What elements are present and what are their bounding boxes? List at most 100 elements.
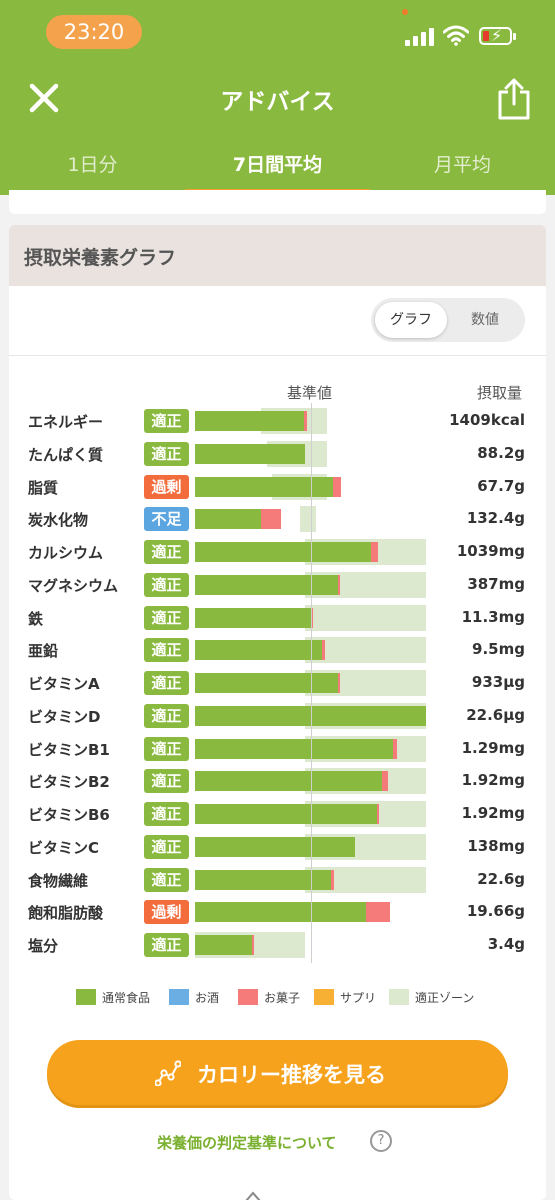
nutrient-row: 脂質 過剰 67.7g bbox=[9, 473, 546, 500]
chevron-up-icon bbox=[245, 1191, 261, 1200]
intake-value: 11.3mg bbox=[461, 607, 525, 626]
nutrient-row: 食物繊維 適正 22.6g bbox=[9, 866, 546, 893]
baseline-header: 基準値 bbox=[287, 384, 333, 402]
nutrient-name: 亜鉛 bbox=[28, 642, 59, 661]
snack-intake-bar bbox=[365, 902, 390, 923]
food-intake-bar bbox=[195, 640, 322, 661]
help-icon[interactable]: ? bbox=[370, 1130, 392, 1152]
trend-chart-icon bbox=[155, 1060, 181, 1086]
legend-label: サプリ bbox=[340, 991, 377, 1005]
toggle-graph[interactable]: グラフ bbox=[375, 302, 447, 338]
nutrient-name: ビタミンD bbox=[28, 707, 101, 726]
nutrient-name: 炭水化物 bbox=[28, 511, 89, 530]
calorie-trend-button[interactable]: カロリー推移を見る bbox=[47, 1040, 508, 1105]
intake-value: 1409kcal bbox=[449, 411, 525, 429]
food-intake-bar bbox=[195, 804, 377, 824]
nutrient-name: 食物繊維 bbox=[28, 871, 89, 890]
snack-intake-bar bbox=[371, 542, 378, 562]
intake-value: 67.7g bbox=[477, 476, 525, 495]
nutrient-row: マグネシウム 適正 387mg bbox=[9, 571, 546, 598]
nutrient-row: ビタミンB1 適正 1.29mg bbox=[9, 735, 546, 762]
intake-value: 22.6g bbox=[477, 869, 525, 888]
nutrient-name: 鉄 bbox=[28, 609, 44, 628]
tab-1day[interactable]: 1日分 bbox=[0, 150, 185, 177]
snack-intake-bar bbox=[303, 411, 308, 431]
baseline-line bbox=[311, 403, 312, 963]
status-badge: 適正 bbox=[144, 933, 189, 957]
snack-intake-bar bbox=[332, 476, 342, 497]
nutrient-row: ビタミンD 適正 22.6µg bbox=[9, 702, 546, 729]
wifi-icon bbox=[443, 25, 469, 46]
nutrient-row: 亜鉛 適正 9.5mg bbox=[9, 637, 546, 664]
card-header: 摂取栄養素グラフ bbox=[9, 225, 546, 286]
snack-intake-bar bbox=[338, 673, 341, 693]
intake-value: 22.6µg bbox=[466, 705, 525, 724]
snack-intake-bar bbox=[393, 738, 398, 759]
food-intake-bar bbox=[195, 411, 304, 431]
share-icon[interactable] bbox=[496, 78, 532, 120]
calorie-trend-label: カロリー推移を見る bbox=[197, 1063, 386, 1087]
nutrient-graph-card: 摂取栄養素グラフ グラフ 数値 基準値 摂取量 エネルギー 適正 1409kcal た… bbox=[9, 225, 546, 1200]
nutrient-name: ビタミンB1 bbox=[28, 740, 110, 759]
period-tabs: 1日分 7日間平均 月平均 bbox=[0, 140, 555, 195]
nutrient-row: 塩分 適正 3.4g bbox=[9, 932, 546, 958]
status-badge: 適正 bbox=[144, 867, 189, 892]
legend-label: お酒 bbox=[195, 991, 220, 1005]
signal-icon bbox=[405, 26, 435, 46]
food-intake-bar bbox=[195, 935, 253, 955]
legend-label: お菓子 bbox=[264, 991, 301, 1005]
nutrient-row: たんぱく質 適正 88.2g bbox=[9, 440, 546, 467]
food-intake-bar bbox=[195, 902, 366, 923]
previous-card-edge bbox=[9, 190, 546, 214]
intake-value: 132.4g bbox=[466, 509, 525, 528]
food-intake-bar bbox=[195, 771, 382, 792]
status-badge: 不足 bbox=[144, 507, 189, 532]
criteria-link-label: 栄養価の判定基準について bbox=[157, 1134, 337, 1152]
intake-value: 1.92mg bbox=[461, 804, 525, 822]
status-badge: 過剰 bbox=[144, 474, 189, 499]
food-intake-bar bbox=[195, 836, 355, 857]
nutrient-row: 鉄 適正 11.3mg bbox=[9, 604, 546, 631]
food-intake-bar bbox=[195, 673, 338, 693]
legend-swatch bbox=[169, 989, 189, 1005]
nutrient-name: 飽和脂肪酸 bbox=[28, 904, 104, 923]
nutrient-name: マグネシウム bbox=[28, 576, 119, 595]
optimal-zone bbox=[299, 506, 316, 533]
nutrient-name: カルシウム bbox=[28, 544, 104, 562]
recording-dot bbox=[402, 9, 408, 15]
legend: 通常食品 お酒 お菓子 サプリ 適正ゾーン bbox=[9, 987, 546, 1007]
nutrient-row: 飽和脂肪酸 過剰 19.66g bbox=[9, 899, 546, 925]
food-intake-bar bbox=[195, 738, 393, 759]
nutrient-name: エネルギー bbox=[28, 413, 104, 431]
legend-label: 通常食品 bbox=[102, 991, 151, 1005]
tab-monthly-average[interactable]: 月平均 bbox=[370, 150, 555, 177]
food-intake-bar bbox=[195, 607, 311, 628]
status-badge: 適正 bbox=[144, 605, 189, 630]
card-title: 摂取栄養素グラフ bbox=[24, 247, 177, 269]
food-intake-bar bbox=[195, 574, 338, 595]
divider bbox=[9, 355, 546, 356]
legend-swatch bbox=[238, 989, 258, 1005]
intake-value: 387mg bbox=[467, 574, 525, 593]
status-badge: 適正 bbox=[144, 671, 189, 695]
nutrient-name: ビタミンC bbox=[28, 838, 100, 857]
nutrient-row: ビタミンB6 適正 1.92mg bbox=[9, 801, 546, 827]
status-badge: 適正 bbox=[144, 572, 189, 597]
intake-value: 88.2g bbox=[477, 443, 525, 462]
intake-value: 1.92mg bbox=[461, 771, 525, 790]
status-badge: 適正 bbox=[144, 703, 189, 728]
legend-swatch bbox=[76, 989, 96, 1005]
nutrient-name: ビタミンB2 bbox=[28, 773, 110, 792]
status-badge: 適正 bbox=[144, 769, 189, 794]
status-badge: 過剰 bbox=[144, 900, 189, 925]
tab-7day-average[interactable]: 7日間平均 bbox=[185, 150, 370, 177]
snack-intake-bar bbox=[261, 509, 281, 530]
legend-swatch bbox=[314, 989, 334, 1005]
nutrient-name: 脂質 bbox=[28, 478, 59, 497]
status-badge: 適正 bbox=[144, 802, 189, 826]
nutrient-row: 炭水化物 不足 132.4g bbox=[9, 506, 546, 533]
battery-icon: ⚡ bbox=[479, 25, 517, 47]
food-intake-bar bbox=[195, 509, 261, 530]
status-badge: 適正 bbox=[144, 441, 189, 466]
toggle-values[interactable]: 数値 bbox=[449, 302, 521, 338]
